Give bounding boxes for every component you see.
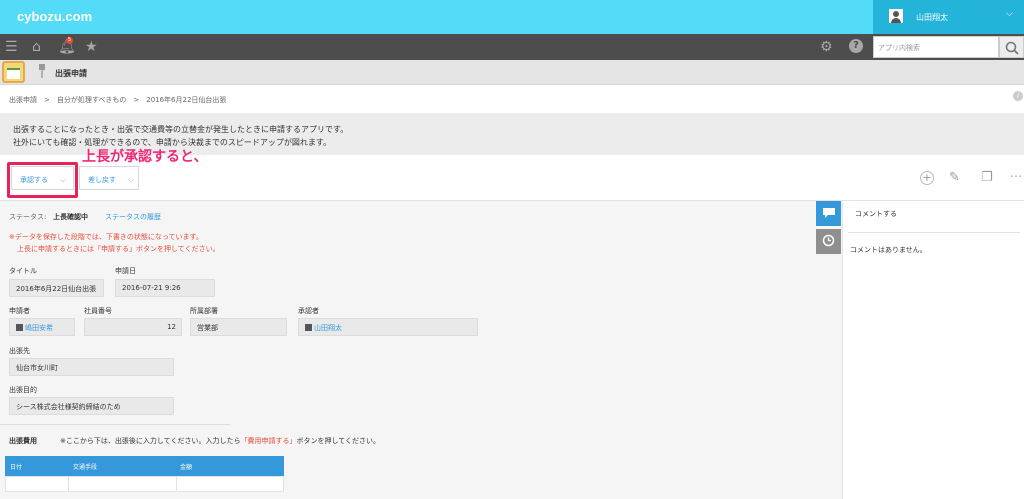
no-comments-text: コメントはありません。 (850, 246, 927, 254)
app-icon[interactable] (2, 61, 25, 83)
search-button[interactable] (999, 36, 1024, 58)
avatar-icon[interactable] (889, 9, 903, 23)
user-icon (305, 324, 312, 331)
divider (0, 424, 230, 425)
description-line: 出張することになったとき・出張で交通費等の立替金が発生したときに申請するアプリで… (13, 125, 349, 134)
annotation-text: 上長が承認すると、 (82, 149, 208, 165)
chevron-down-icon[interactable]: ⌵ (1006, 9, 1013, 19)
history-tab[interactable] (816, 229, 841, 254)
duplicate-icon[interactable]: ❐ (981, 170, 993, 185)
search-input[interactable]: アプリ内検索 (873, 36, 999, 58)
table-row (5, 476, 284, 492)
username[interactable]: 山田翔太 (916, 12, 948, 23)
gear-icon[interactable]: ⚙ (820, 40, 833, 54)
app-header (0, 60, 1024, 85)
star-icon[interactable]: ★ (85, 40, 98, 54)
breadcrumb-text[interactable]: 出張申請 > 自分が処理すべきもの > 2016年6月22日仙台出張 (9, 95, 226, 105)
history-icon (822, 234, 835, 247)
menu-icon[interactable]: ☰ (5, 40, 18, 54)
search-icon (1005, 41, 1019, 55)
column-header: 金額 (180, 464, 193, 471)
approver-label: 承認者 (298, 307, 319, 315)
status-history-link[interactable]: ステータスの履歴 (105, 212, 161, 222)
column-header: 交通手段 (73, 464, 98, 471)
comment-tab[interactable] (816, 201, 841, 226)
top-bar (0, 0, 1024, 34)
notice-line: ※データを保存した段階では、下書きの状態になっています。 (9, 233, 203, 241)
info-icon[interactable]: i (1013, 91, 1023, 101)
destination-label: 出張先 (9, 347, 30, 355)
pin-icon[interactable] (38, 64, 46, 78)
approver-field: 山田翔太 (298, 318, 478, 336)
title-field: 2016年6月22日仙台出張 (9, 279, 104, 297)
expenses-note-emphasis: 「費用申請する」 (240, 437, 297, 445)
chevron-down-icon: ⌵ (128, 176, 134, 184)
user-icon (16, 324, 23, 331)
approver-link[interactable]: 山田翔太 (314, 324, 342, 332)
home-icon[interactable]: ⌂ (32, 40, 41, 54)
date-field: 2016-07-21 9:26 (115, 279, 215, 297)
more-icon[interactable]: ⋯ (1010, 169, 1022, 183)
department-field: 営業部 (190, 318, 287, 336)
applicant-label: 申請者 (9, 307, 30, 315)
department-label: 所属部署 (190, 307, 218, 315)
destination-field: 仙台市女川町 (9, 358, 174, 376)
send-back-label: 差し戻す (88, 176, 116, 184)
logo[interactable]: cybozu.com (17, 9, 92, 24)
edit-icon[interactable]: ✎ (949, 170, 960, 185)
expenses-note-text: ※ここから下は、出張後に入力してください。入力したら (60, 437, 241, 445)
approve-highlight (7, 162, 78, 198)
notice-line: 上長に申請するときには「申請する」ボタンを押してください。 (17, 245, 220, 253)
purpose-label: 出張目的 (9, 386, 37, 394)
purpose-field: シース株式会社様契約締結のため (9, 397, 174, 415)
column-header: 日付 (10, 464, 23, 471)
status-label: ステータス: (9, 213, 47, 221)
nav-bar (0, 34, 1024, 60)
cell-divider (176, 476, 177, 492)
employee-number-label: 社員番号 (84, 307, 112, 315)
expenses-note-text: ボタンを押してください。 (296, 437, 381, 445)
notification-badge: 5 (66, 37, 73, 44)
status-value: 上長確認中 (53, 213, 88, 221)
employee-number-field: 12 (84, 318, 182, 336)
send-back-button[interactable]: 差し戻す ⌵ (79, 166, 139, 190)
cell-divider (68, 476, 69, 492)
comment-input[interactable]: コメントする (848, 205, 1020, 233)
app-name[interactable]: 出張申請 (55, 68, 87, 79)
expenses-label: 出張費用 (9, 437, 37, 445)
applicant-link[interactable]: 嶋田安希 (25, 324, 53, 332)
applicant-field: 嶋田安希 (9, 318, 75, 336)
add-icon[interactable]: + (920, 171, 934, 185)
date-label: 申請日 (115, 267, 136, 275)
help-icon[interactable]: ? (849, 39, 863, 53)
expenses-table-header (5, 456, 284, 476)
expenses-note: ※ここから下は、出張後に入力してください。入力したら「費用申請する」ボタンを押し… (60, 436, 380, 446)
title-label: タイトル (9, 267, 37, 275)
comment-icon (822, 208, 835, 218)
